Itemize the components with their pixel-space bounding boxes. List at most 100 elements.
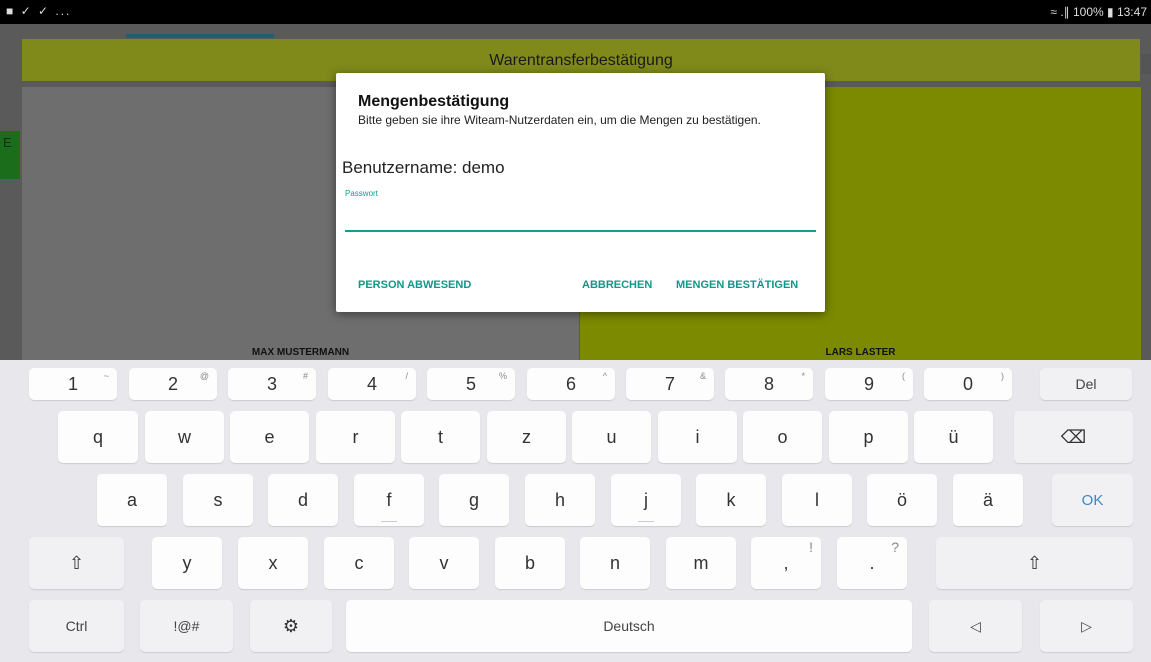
key-g[interactable]: g <box>439 474 509 526</box>
key-sub: & <box>699 371 706 381</box>
password-label: Passwort <box>345 189 378 198</box>
key-k[interactable]: k <box>696 474 766 526</box>
edge-handle <box>1141 54 1151 74</box>
backspace-icon[interactable]: ⌫ <box>1014 411 1133 463</box>
key-x[interactable]: x <box>238 537 308 589</box>
key-9[interactable]: 9( <box>825 368 913 400</box>
space-bar[interactable]: Deutsch <box>346 600 912 652</box>
cancel-button[interactable]: ABBRECHEN <box>582 279 652 291</box>
symbols-key[interactable]: !@# <box>140 600 233 652</box>
key-6[interactable]: 6 ^ <box>527 368 615 400</box>
key-label: 1 <box>67 373 78 394</box>
person-name-left: MAX MUSTERMANN <box>251 347 350 358</box>
key-label: 2 <box>167 373 178 394</box>
key-label: 3 <box>266 373 277 394</box>
key-1[interactable]: 1 ~ <box>29 368 117 400</box>
key-label: 7 <box>664 373 675 394</box>
key-period[interactable]: .? <box>837 537 907 589</box>
key-b[interactable]: b <box>495 537 565 589</box>
dialog-message: Bitte geben sie ihre Witeam-Nutzerdaten … <box>358 113 761 127</box>
key-3[interactable]: 3 # <box>228 368 316 400</box>
key-a[interactable]: a <box>97 474 167 526</box>
key-ue[interactable]: ü <box>914 411 993 463</box>
person-absent-button[interactable]: PERSON ABWESEND <box>358 279 471 291</box>
key-sub: ( <box>902 371 905 381</box>
shift-right-icon[interactable]: ⇧ <box>936 537 1133 589</box>
key-label: , <box>783 552 789 573</box>
dialog-title: Mengenbestätigung <box>358 93 510 110</box>
key-o[interactable]: o <box>743 411 822 463</box>
key-4[interactable]: 4/ <box>328 368 416 400</box>
key-e[interactable]: e <box>230 411 309 463</box>
key-sub: # <box>302 371 308 381</box>
key-sub: ^ <box>602 371 607 381</box>
key-7[interactable]: 7 & <box>626 368 714 400</box>
side-tab[interactable]: E <box>0 131 20 179</box>
key-label: 5 <box>465 373 476 394</box>
tab-indicator <box>126 34 274 38</box>
key-sub: ! <box>809 539 813 555</box>
cursor-right-icon[interactable]: ▷ <box>1040 600 1133 652</box>
key-d[interactable]: d <box>268 474 338 526</box>
key-p[interactable]: p <box>829 411 908 463</box>
key-8[interactable]: 8 * <box>725 368 813 400</box>
key-i[interactable]: i <box>658 411 737 463</box>
key-s[interactable]: s <box>183 474 253 526</box>
key-z[interactable]: z <box>487 411 566 463</box>
key-sub: ~ <box>103 371 109 381</box>
page-title: Warentransferbestätigung <box>489 52 673 69</box>
status-bar: ■ ✓ ✓ ... ≈ .∥ 100% ▮ 13:47 <box>0 0 1151 24</box>
key-label: . <box>869 552 875 573</box>
status-indicators: ≈ .∥ 100% ▮ 13:47 <box>1050 5 1147 19</box>
key-n[interactable]: n <box>580 537 650 589</box>
ctrl-key[interactable]: Ctrl <box>29 600 124 652</box>
key-u[interactable]: u <box>572 411 651 463</box>
key-j[interactable]: j <box>611 474 681 526</box>
key-label: 8 <box>763 373 774 394</box>
key-l[interactable]: l <box>782 474 852 526</box>
notification-icons: ■ ✓ ✓ ... <box>6 4 72 18</box>
key-label: 4 <box>366 373 377 394</box>
home-row-marker <box>638 521 654 522</box>
key-sub: ) <box>1001 371 1004 381</box>
key-label: j <box>644 489 648 510</box>
key-0[interactable]: 0) <box>924 368 1012 400</box>
delete-key[interactable]: Del <box>1040 368 1132 400</box>
on-screen-keyboard: 1 ~ 2 @ 3 # 4/ 5% 6 ^ 7 & 8 * 9( 0) Del q w e … <box>0 360 1151 662</box>
key-label: f <box>386 489 392 510</box>
key-f[interactable]: f <box>354 474 424 526</box>
key-oe[interactable]: ö <box>867 474 937 526</box>
key-label: 0 <box>962 373 973 394</box>
key-h[interactable]: h <box>525 474 595 526</box>
confirm-quantities-button[interactable]: MENGEN BESTÄTIGEN <box>676 279 798 291</box>
key-label: 9 <box>863 373 874 394</box>
key-v[interactable]: v <box>409 537 479 589</box>
key-q[interactable]: q <box>58 411 138 463</box>
key-comma[interactable]: ,! <box>751 537 821 589</box>
home-row-marker <box>381 521 397 522</box>
settings-icon[interactable]: ⚙ <box>250 600 332 652</box>
password-input[interactable] <box>345 202 816 232</box>
shift-left-icon[interactable]: ⇧ <box>29 537 124 589</box>
key-r[interactable]: r <box>316 411 395 463</box>
key-sub: ? <box>891 539 899 555</box>
confirm-dialog: Mengenbestätigung Bitte geben sie ihre W… <box>336 73 825 312</box>
key-5[interactable]: 5% <box>427 368 515 400</box>
username-label: Benutzername: demo <box>342 158 505 177</box>
side-tab-label: E <box>3 135 12 150</box>
key-sub: / <box>405 371 408 381</box>
key-sub: % <box>498 371 507 381</box>
cursor-left-icon[interactable]: ◁ <box>929 600 1022 652</box>
key-w[interactable]: w <box>145 411 224 463</box>
key-y[interactable]: y <box>152 537 222 589</box>
key-m[interactable]: m <box>666 537 736 589</box>
key-c[interactable]: c <box>324 537 394 589</box>
key-t[interactable]: t <box>401 411 480 463</box>
key-sub: * <box>801 371 805 381</box>
key-label: 6 <box>565 373 576 394</box>
key-sub: @ <box>199 371 209 381</box>
key-ae[interactable]: ä <box>953 474 1023 526</box>
person-name-right: LARS LASTER <box>825 347 896 358</box>
ok-key[interactable]: OK <box>1052 474 1133 526</box>
key-2[interactable]: 2 @ <box>129 368 217 400</box>
